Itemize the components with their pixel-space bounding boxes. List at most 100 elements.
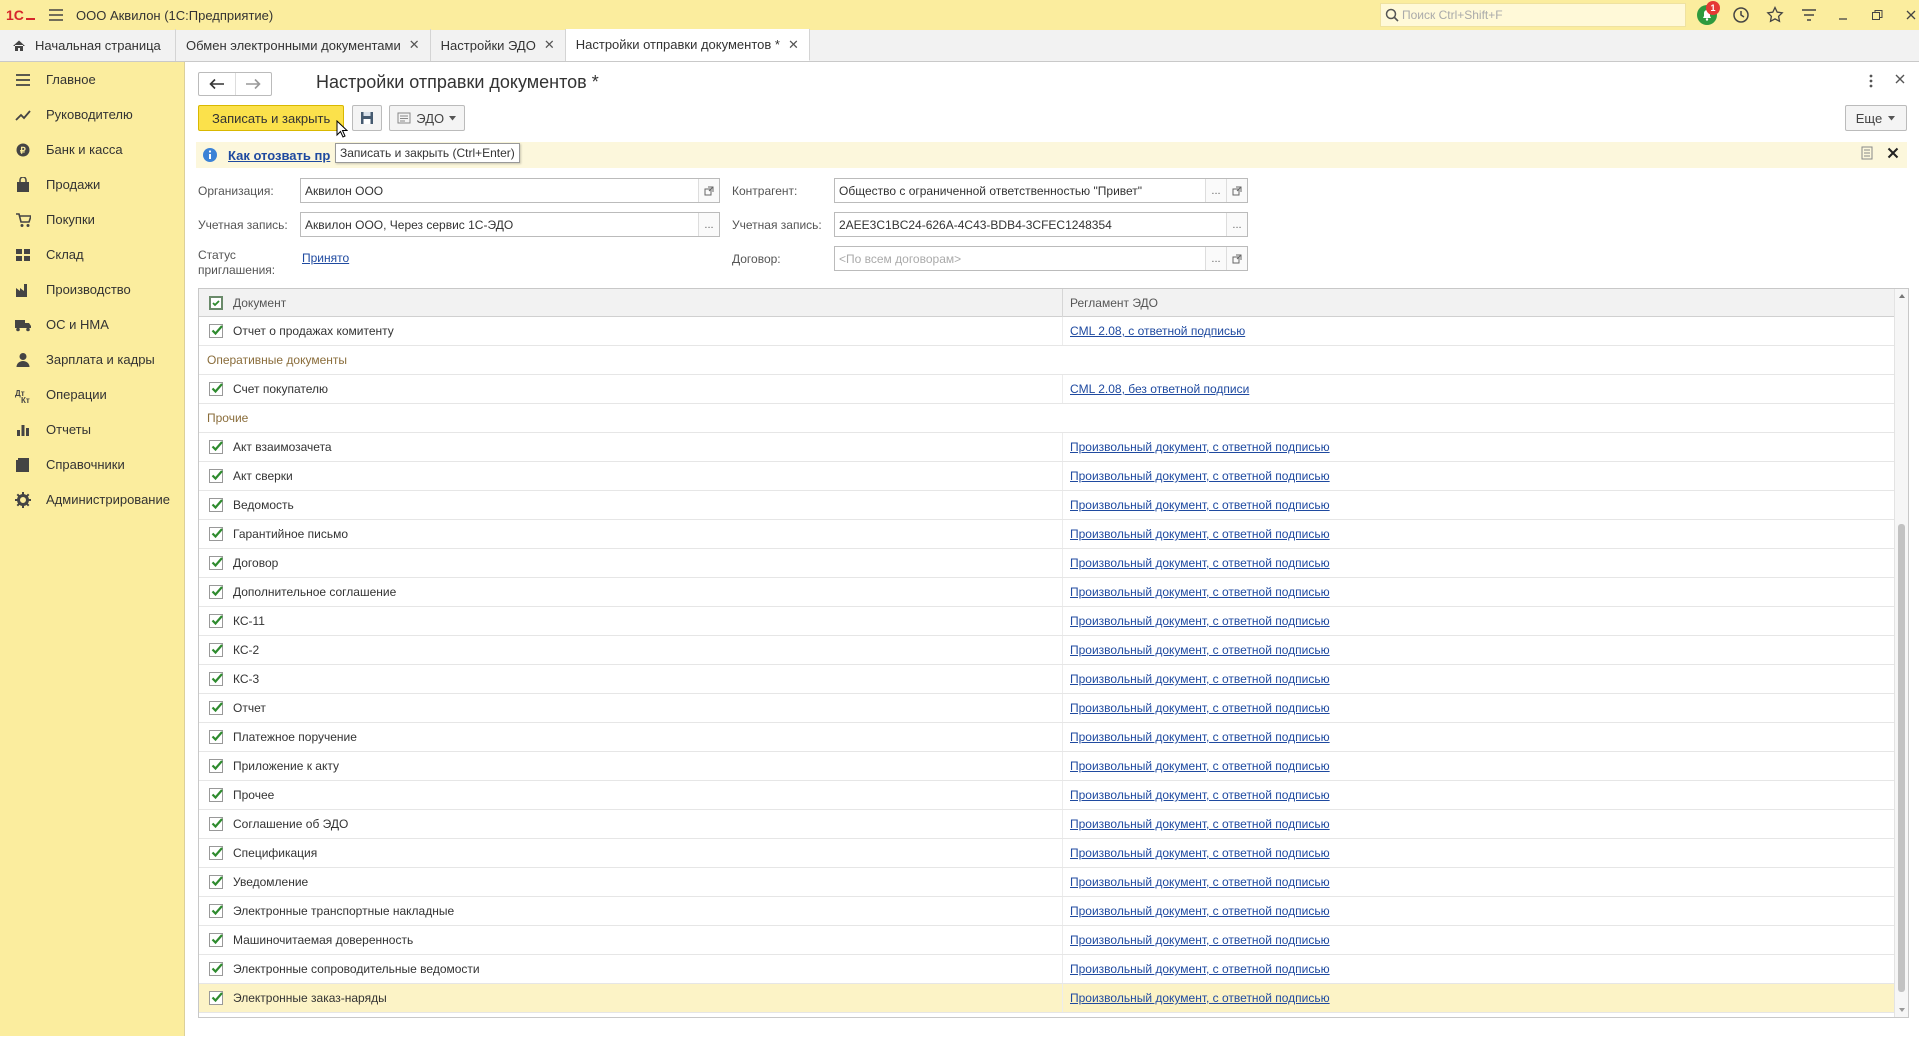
regulation-link[interactable]: Произвольный документ, с ответной подпис… (1070, 730, 1330, 744)
row-checkbox[interactable] (209, 643, 223, 657)
back-button[interactable] (199, 73, 235, 95)
regulation-link[interactable]: Произвольный документ, с ответной подпис… (1070, 556, 1330, 570)
search-input[interactable] (1402, 8, 1672, 22)
row-checkbox[interactable] (209, 730, 223, 744)
table-row[interactable]: Договор Произвольный документ, с ответной… (199, 549, 1908, 578)
table-row[interactable]: Соглашение об ЭДО Произвольный документ, … (199, 810, 1908, 839)
tab-edo-settings[interactable]: Настройки ЭДО ✕ (431, 29, 566, 61)
regulation-link[interactable]: Произвольный документ, с ответной подпис… (1070, 788, 1330, 802)
row-checkbox[interactable] (209, 469, 223, 483)
regulation-link[interactable]: Произвольный документ, с ответной подпис… (1070, 440, 1330, 454)
row-checkbox[interactable] (209, 788, 223, 802)
counterparty-field[interactable]: ... (834, 178, 1248, 203)
row-checkbox[interactable] (209, 498, 223, 512)
table-row[interactable]: Спецификация Произвольный документ, с отв… (199, 839, 1908, 868)
row-checkbox[interactable] (209, 440, 223, 454)
table-row[interactable]: Электронные заказ-наряды Произвольный док… (199, 984, 1908, 1013)
table-row[interactable]: Дополнительное соглашение Произвольный до… (199, 578, 1908, 607)
edo-menu-button[interactable]: ЭДО (389, 105, 466, 131)
regulation-link[interactable]: Произвольный документ, с ответной подпис… (1070, 846, 1330, 860)
regulation-link[interactable]: Произвольный документ, с ответной подпис… (1070, 469, 1330, 483)
close-info-icon[interactable] (1887, 147, 1899, 159)
forward-button[interactable] (234, 73, 271, 95)
table-scrollbar[interactable] (1894, 289, 1908, 1017)
minimize-button[interactable] (1826, 0, 1860, 30)
restore-button[interactable] (1860, 0, 1894, 30)
row-checkbox[interactable] (209, 382, 223, 396)
table-row[interactable]: Машиночитаемая доверенность Произвольный … (199, 926, 1908, 955)
row-checkbox[interactable] (209, 904, 223, 918)
table-row[interactable]: КС-3 Произвольный документ, с ответной по… (199, 665, 1908, 694)
sidebar-item-salary[interactable]: Зарплата и кадры (0, 342, 184, 377)
history-button[interactable] (1724, 0, 1758, 30)
regulation-link[interactable]: Произвольный документ, с ответной подпис… (1070, 875, 1330, 889)
favorites-button[interactable] (1758, 0, 1792, 30)
row-checkbox[interactable] (209, 991, 223, 1005)
regulation-link[interactable]: CML 2.08, без ответной подписи (1070, 382, 1249, 396)
table-row[interactable]: Прочее Произвольный документ, с ответной … (199, 781, 1908, 810)
org-input[interactable] (301, 179, 698, 202)
regulation-link[interactable]: Произвольный документ, с ответной подпис… (1070, 643, 1330, 657)
table-row[interactable]: Акт сверки Произвольный документ, с ответ… (199, 462, 1908, 491)
sidebar-item-manager[interactable]: Руководителю (0, 97, 184, 132)
row-checkbox[interactable] (209, 672, 223, 686)
table-row[interactable]: Отчет о продажах комитенту CML 2.08, с от… (199, 317, 1908, 346)
sidebar-item-directories[interactable]: Справочники (0, 447, 184, 482)
table-row[interactable]: Электронные сопроводительные ведомости Пр… (199, 955, 1908, 984)
invitation-status-link[interactable]: Принято (302, 251, 349, 265)
save-close-button[interactable]: Записать и закрыть (198, 105, 345, 131)
sidebar-item-purchases[interactable]: Покупки (0, 202, 184, 237)
close-window-button[interactable] (1894, 0, 1919, 30)
cp-account-input[interactable] (835, 213, 1226, 236)
row-checkbox[interactable] (209, 701, 223, 715)
table-row[interactable]: Уведомление Произвольный документ, с отве… (199, 868, 1908, 897)
table-row[interactable]: Платежное поручение Произвольный документ… (199, 723, 1908, 752)
sidebar-item-sales[interactable]: Продажи (0, 167, 184, 202)
tab-edo-exchange[interactable]: Обмен электронными документами ✕ (176, 29, 431, 61)
sidebar-item-operations[interactable]: Дт Кт Операции (0, 377, 184, 412)
sidebar-item-main[interactable]: Главное (0, 62, 184, 97)
table-row[interactable]: КС-2 Произвольный документ, с ответной по… (199, 636, 1908, 665)
select-counterparty-button[interactable]: ... (1205, 179, 1226, 202)
row-checkbox[interactable] (209, 933, 223, 947)
regulation-link[interactable]: CML 2.08, с ответной подписью (1070, 324, 1245, 338)
select-cp-account-button[interactable]: ... (1226, 213, 1247, 236)
regulation-link[interactable]: Произвольный документ, с ответной подпис… (1070, 962, 1330, 976)
row-checkbox[interactable] (209, 759, 223, 773)
table-row[interactable]: Акт взаимозачета Произвольный документ, с… (199, 433, 1908, 462)
row-checkbox[interactable] (209, 875, 223, 889)
regulation-link[interactable]: Произвольный документ, с ответной подпис… (1070, 585, 1330, 599)
table-row[interactable]: Гарантийное письмо Произвольный документ,… (199, 520, 1908, 549)
document-icon[interactable] (1861, 146, 1873, 160)
table-group-row[interactable]: Прочие (199, 404, 1908, 433)
table-row[interactable]: КС-11 Произвольный документ, с ответной п… (199, 607, 1908, 636)
contract-input[interactable] (835, 247, 1205, 270)
sidebar-item-warehouse[interactable]: Склад (0, 237, 184, 272)
sidebar-item-assets[interactable]: ОС и НМА (0, 307, 184, 342)
counterparty-input[interactable] (835, 179, 1205, 202)
sidebar-item-bank[interactable]: ₽ Банк и касса (0, 132, 184, 167)
table-group-row[interactable]: Оперативные документы (199, 346, 1908, 375)
regulation-link[interactable]: Произвольный документ, с ответной подпис… (1070, 904, 1330, 918)
check-all-icon[interactable] (208, 295, 224, 311)
table-row[interactable]: Электронные транспортные накладные Произв… (199, 897, 1908, 926)
close-tab-icon[interactable]: ✕ (788, 37, 799, 53)
table-row[interactable]: Приложение к акту Произвольный документ, … (199, 752, 1908, 781)
table-row[interactable]: Отчет Произвольный документ, с ответной п… (199, 694, 1908, 723)
revoke-help-link[interactable]: Как отозвать пр (228, 148, 330, 163)
org-field[interactable] (300, 178, 720, 203)
account-field[interactable]: ... (300, 212, 720, 237)
row-checkbox[interactable] (209, 527, 223, 541)
sidebar-item-admin[interactable]: Администрирование (0, 482, 184, 517)
account-input[interactable] (301, 213, 698, 236)
regulation-link[interactable]: Произвольный документ, с ответной подпис… (1070, 991, 1330, 1005)
row-checkbox[interactable] (209, 962, 223, 976)
global-search[interactable] (1380, 3, 1686, 27)
column-regulation[interactable]: Регламент ЭДО (1070, 296, 1158, 310)
open-counterparty-button[interactable] (1226, 179, 1247, 202)
sidebar-item-reports[interactable]: Отчеты (0, 412, 184, 447)
save-button[interactable] (352, 105, 383, 131)
sidebar-item-production[interactable]: Производство (0, 272, 184, 307)
notifications-button[interactable]: 1 (1690, 0, 1724, 30)
contract-field[interactable]: ... (834, 246, 1248, 271)
